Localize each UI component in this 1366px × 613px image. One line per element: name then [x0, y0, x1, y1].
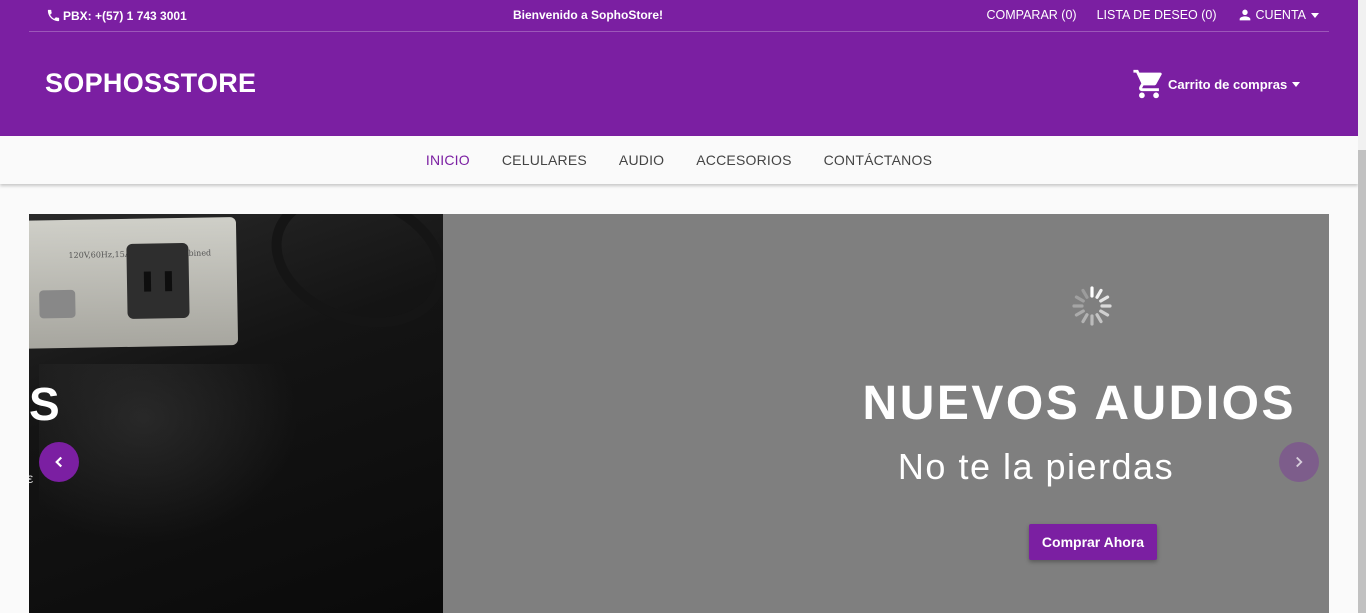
powerstrip-switch	[39, 289, 76, 319]
main-nav: INICIO CELULARES AUDIO ACCESORIOS CONTÁC…	[0, 136, 1358, 184]
brand-logo[interactable]: SOPHOSSTORE	[45, 68, 256, 99]
account-menu[interactable]: CUENTA	[1237, 7, 1319, 23]
welcome-message: Bienvenido a SophoStore!	[513, 8, 664, 22]
loading-spinner-icon	[1072, 286, 1112, 326]
current-slide: NUEVOS AUDIOS No te la pierdas Comprar A…	[443, 214, 1329, 613]
outlet-socket	[126, 242, 190, 319]
chevron-right-icon	[1296, 456, 1303, 468]
previous-slide-text-fragment: ε	[29, 470, 34, 486]
previous-slide-title: S	[29, 378, 62, 430]
scrollbar-thumb[interactable]	[1358, 150, 1366, 613]
account-icon	[1239, 9, 1250, 21]
hero-carousel: 120V,60Hz,15Amps Max.Combined S ε	[29, 214, 1329, 613]
carousel-prev-button[interactable]	[39, 442, 79, 482]
slide-title: NUEVOS AUDIOS	[862, 377, 1296, 430]
pbx-text: PBX: +(57) 1 743 3001	[63, 8, 187, 23]
page-scrollbar[interactable]	[1358, 0, 1366, 613]
nav-item-accesorios[interactable]: ACCESORIOS	[696, 152, 791, 168]
powerstrip-image: 120V,60Hz,15Amps Max.Combined	[29, 217, 239, 349]
pbx-contact: PBX: +(57) 1 743 3001	[46, 8, 187, 23]
cart-icon	[1133, 69, 1162, 99]
wishlist-link[interactable]: LISTA DE DESEO (0)	[1097, 8, 1217, 22]
compare-link[interactable]: COMPARAR (0)	[987, 8, 1077, 22]
chevron-left-icon	[55, 456, 63, 468]
buy-now-button[interactable]: Comprar Ahora	[1029, 524, 1157, 560]
topbar-links: COMPARAR (0) LISTA DE DESEO (0) CUENTA	[987, 7, 1319, 23]
cart-menu[interactable]: Carrito de compras	[1132, 67, 1301, 101]
caret-down-icon	[1292, 81, 1301, 87]
cart-label: Carrito de compras	[1168, 76, 1288, 92]
previous-slide: 120V,60Hz,15Amps Max.Combined S ε	[29, 214, 443, 613]
slide-subtitle: No te la pierdas	[897, 446, 1175, 487]
nav-item-contactanos[interactable]: CONTÁCTANOS	[824, 152, 933, 168]
caret-down-icon	[1311, 12, 1319, 18]
phone-icon	[47, 9, 60, 22]
account-label: CUENTA	[1255, 8, 1306, 22]
site-header: PBX: +(57) 1 743 3001 Bienvenido a Sopho…	[0, 0, 1358, 136]
cable-image	[252, 214, 443, 351]
top-bar: PBX: +(57) 1 743 3001 Bienvenido a Sopho…	[29, 0, 1329, 32]
nav-item-inicio[interactable]: INICIO	[426, 152, 470, 168]
floor-reflection	[39, 364, 299, 544]
carousel-next-button[interactable]	[1279, 442, 1319, 482]
nav-item-celulares[interactable]: CELULARES	[502, 152, 587, 168]
nav-item-audio[interactable]: AUDIO	[619, 152, 664, 168]
